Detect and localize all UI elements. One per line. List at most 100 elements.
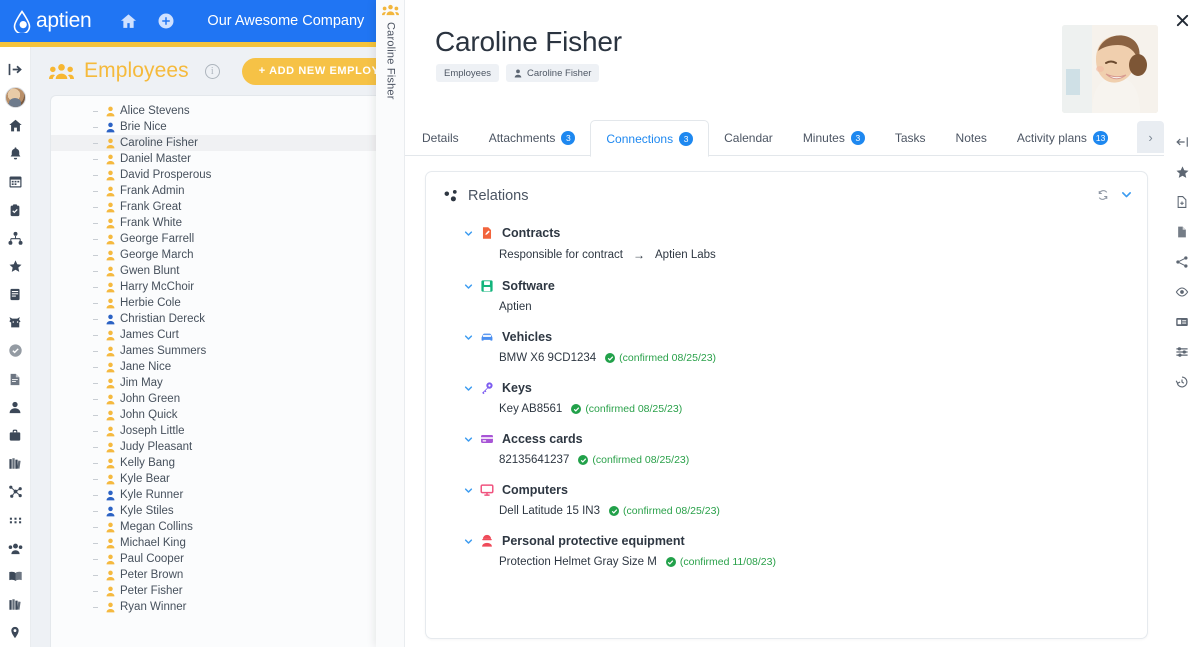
- sliders-icon[interactable]: [1171, 343, 1193, 361]
- id-card-icon[interactable]: [1171, 313, 1193, 331]
- briefcase-icon[interactable]: [0, 421, 30, 449]
- relation-group-header[interactable]: Personal protective equipment: [426, 532, 1147, 550]
- document-icon[interactable]: [0, 281, 30, 309]
- close-icon[interactable]: [1169, 7, 1195, 33]
- user-avatar[interactable]: [0, 83, 30, 111]
- tab-tasks[interactable]: Tasks: [880, 120, 941, 156]
- tab-notes[interactable]: Notes: [941, 120, 1002, 156]
- vertical-tab-caroline-fisher[interactable]: Caroline Fisher: [376, 4, 405, 100]
- chevron-down-icon[interactable]: [462, 383, 474, 394]
- employee-name: Kelly Bang: [120, 457, 175, 469]
- breadcrumb-item[interactable]: Caroline Fisher: [506, 64, 600, 82]
- person-icon: [106, 234, 115, 245]
- relation-item[interactable]: Aptien: [426, 301, 1147, 313]
- collapse-sidebar-icon[interactable]: [0, 55, 30, 83]
- relation-group-header[interactable]: Computers: [426, 481, 1147, 499]
- books-icon[interactable]: [0, 591, 30, 619]
- chevron-down-icon[interactable]: [462, 228, 474, 239]
- people-group-icon: [382, 4, 399, 16]
- tab-label: Calendar: [724, 131, 773, 145]
- relation-item-text: 82135641237: [499, 454, 570, 466]
- employee-name: James Curt: [120, 329, 179, 341]
- open-book-icon[interactable]: [0, 562, 30, 590]
- employee-name: George Farrell: [120, 233, 195, 245]
- employee-name: David Prosperous: [120, 169, 212, 181]
- clipboard-check-icon[interactable]: [0, 196, 30, 224]
- relation-group-header[interactable]: Contracts: [426, 224, 1147, 242]
- tab-details[interactable]: Details: [407, 120, 474, 156]
- check-circle-icon: [571, 404, 582, 414]
- tab-minutes[interactable]: Minutes 3: [788, 120, 880, 156]
- contract-file-icon: [480, 226, 494, 240]
- books-icon[interactable]: [0, 450, 30, 478]
- relation-group-header[interactable]: Keys: [426, 379, 1147, 397]
- star-icon[interactable]: [1171, 163, 1193, 181]
- dog-icon[interactable]: [0, 309, 30, 337]
- relation-item[interactable]: BMW X6 9CD1234 (confirmed 08/25/23): [426, 352, 1147, 364]
- tree-dash: [93, 398, 98, 400]
- chevron-down-icon[interactable]: [462, 536, 474, 547]
- network-icon[interactable]: [0, 478, 30, 506]
- chevron-down-icon[interactable]: [1120, 188, 1133, 201]
- refresh-icon[interactable]: [1097, 189, 1109, 201]
- person-icon[interactable]: [0, 393, 30, 421]
- pin-icon[interactable]: [0, 619, 30, 647]
- history-icon[interactable]: [1171, 373, 1193, 391]
- people-icon[interactable]: [0, 534, 30, 562]
- relation-item[interactable]: 82135641237 (confirmed 08/25/23): [426, 454, 1147, 466]
- user-avatar[interactable]: [4, 86, 26, 108]
- person-icon: [106, 266, 115, 277]
- tab-attachments[interactable]: Attachments 3: [474, 120, 591, 156]
- grid-dots-icon[interactable]: [0, 506, 30, 534]
- employee-name: Peter Fisher: [120, 585, 183, 597]
- relations-dots-icon: [444, 189, 459, 204]
- file-text-icon[interactable]: [0, 365, 30, 393]
- chevron-down-icon[interactable]: [462, 281, 474, 292]
- relation-group: Contracts Responsible for contract → Aptien…: [426, 224, 1147, 262]
- relation-item[interactable]: Responsible for contract → Aptien Labs: [426, 248, 1147, 262]
- employee-name: John Quick: [120, 409, 178, 421]
- relation-group-header[interactable]: Vehicles: [426, 328, 1147, 346]
- relation-group-header[interactable]: Access cards: [426, 430, 1147, 448]
- org-chart-icon[interactable]: [0, 224, 30, 252]
- relations-groups: Contracts Responsible for contract → Aptien…: [426, 220, 1147, 568]
- bell-icon[interactable]: [0, 140, 30, 168]
- tab-label: Tasks: [894, 131, 926, 145]
- check-circle-icon[interactable]: [0, 337, 30, 365]
- info-icon[interactable]: i: [204, 63, 220, 79]
- file-icon[interactable]: [1171, 223, 1193, 241]
- tabs-next-button[interactable]: ›: [1137, 121, 1164, 153]
- app-logo[interactable]: aptien: [8, 9, 92, 35]
- relation-item[interactable]: Dell Latitude 15 IN3 (confirmed 08/25/23): [426, 505, 1147, 517]
- relation-group: Computers Dell Latitude 15 IN3 (confirmed …: [426, 481, 1147, 517]
- person-icon: [106, 538, 115, 549]
- relation-item[interactable]: Key AB8561 (confirmed 08/25/23): [426, 403, 1147, 415]
- tab-activity-plans[interactable]: Activity plans 13: [1002, 120, 1124, 156]
- chevron-down-icon[interactable]: [462, 485, 474, 496]
- star-icon[interactable]: [0, 252, 30, 280]
- confirmed-label: (confirmed 11/08/23): [679, 556, 776, 568]
- chevron-down-icon[interactable]: [462, 434, 474, 445]
- relation-item[interactable]: Protection Helmet Gray Size M (confirmed …: [426, 556, 1147, 568]
- home-icon[interactable]: [0, 111, 30, 139]
- employee-name: Harry McChoir: [120, 281, 195, 293]
- relation-group-label: Access cards: [502, 432, 583, 446]
- eye-icon[interactable]: [1171, 283, 1193, 301]
- calendar-icon[interactable]: [0, 168, 30, 196]
- relation-group-label: Keys: [502, 381, 532, 395]
- chevron-down-icon[interactable]: [462, 332, 474, 343]
- relation-group: Personal protective equipment Protection …: [426, 532, 1147, 568]
- share-icon[interactable]: [1171, 253, 1193, 271]
- plus-circle-icon[interactable]: [151, 6, 181, 36]
- file-add-icon[interactable]: [1171, 193, 1193, 211]
- relation-item-text: Key AB8561: [499, 403, 563, 415]
- tree-dash: [93, 206, 98, 208]
- tab-calendar[interactable]: Calendar: [709, 120, 788, 156]
- collapse-left-icon[interactable]: [1171, 133, 1193, 151]
- relation-group-label: Vehicles: [502, 330, 553, 344]
- home-icon[interactable]: [113, 6, 143, 36]
- breadcrumb-item[interactable]: Employees: [436, 64, 499, 82]
- employee-detail-overlay: Caroline Fisher Caroline Fisher Employee…: [376, 0, 1200, 647]
- tab-connections[interactable]: Connections 3: [590, 120, 710, 157]
- relation-group-header[interactable]: Software: [426, 277, 1147, 295]
